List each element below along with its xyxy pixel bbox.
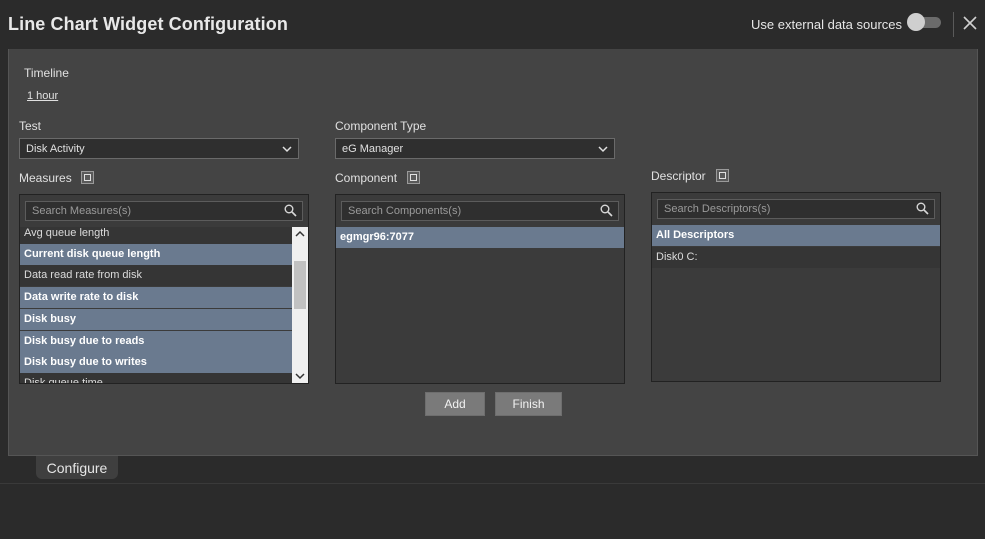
dialog-title: Line Chart Widget Configuration bbox=[8, 14, 288, 34]
chevron-down-icon bbox=[598, 146, 608, 153]
tab-configure[interactable]: Configure bbox=[36, 456, 118, 479]
test-select[interactable]: Disk Activity bbox=[19, 138, 299, 159]
measures-items: Avg queue length Current disk queue leng… bbox=[20, 227, 308, 383]
list-item[interactable]: Disk0 C: bbox=[652, 247, 940, 268]
list-item[interactable]: Current disk queue length bbox=[20, 244, 292, 265]
measures-scrollbar[interactable] bbox=[292, 227, 308, 383]
config-content: Timeline 1 hour Test Disk Activity Compo… bbox=[16, 49, 976, 456]
list-item[interactable]: Data read rate from disk bbox=[20, 265, 292, 286]
list-item[interactable]: Disk queue time bbox=[20, 373, 292, 383]
close-icon[interactable] bbox=[962, 15, 978, 31]
list-item[interactable]: Disk busy due to reads bbox=[20, 331, 292, 352]
external-data-label: Use external data sources bbox=[751, 17, 903, 32]
timeline-label: Timeline bbox=[24, 66, 69, 80]
search-icon[interactable] bbox=[916, 202, 929, 215]
scroll-down-icon[interactable] bbox=[295, 372, 305, 380]
component-search-input[interactable]: Search Components(s) bbox=[341, 201, 619, 221]
measures-list: Search Measures(s) Avg queue length Curr… bbox=[19, 194, 309, 384]
component-type-label: Component Type bbox=[335, 119, 427, 133]
descriptor-list: Search Descriptors(s) All Descriptors Di… bbox=[651, 192, 941, 382]
scroll-up-icon[interactable] bbox=[295, 230, 305, 238]
list-item[interactable]: Disk busy due to writes bbox=[20, 352, 292, 373]
list-item[interactable]: Disk busy bbox=[20, 309, 292, 330]
test-select-value: Disk Activity bbox=[26, 143, 85, 155]
expand-icon[interactable] bbox=[716, 169, 729, 182]
component-list: Search Components(s) egmgr96:7077 bbox=[335, 194, 625, 384]
expand-icon[interactable] bbox=[407, 171, 420, 184]
list-item[interactable]: egmgr96:7077 bbox=[336, 227, 624, 248]
component-label: Component bbox=[335, 171, 398, 185]
list-item[interactable]: Avg queue length bbox=[20, 227, 292, 244]
chevron-down-icon bbox=[282, 146, 292, 153]
component-type-select[interactable]: eG Manager bbox=[335, 138, 615, 159]
search-icon[interactable] bbox=[600, 204, 613, 217]
add-button[interactable]: Add bbox=[425, 392, 485, 416]
scroll-thumb[interactable] bbox=[294, 261, 306, 309]
measures-search-input[interactable]: Search Measures(s) bbox=[25, 201, 303, 221]
search-icon[interactable] bbox=[284, 204, 297, 217]
descriptor-search-input[interactable]: Search Descriptors(s) bbox=[657, 199, 935, 219]
timeline-link[interactable]: 1 hour bbox=[27, 90, 58, 102]
descriptor-label: Descriptor bbox=[651, 169, 706, 183]
header-divider bbox=[953, 12, 954, 37]
measures-label: Measures bbox=[19, 171, 72, 185]
external-data-toggle[interactable] bbox=[907, 13, 943, 31]
tab-bar bbox=[0, 456, 985, 483]
test-label: Test bbox=[19, 119, 42, 133]
expand-icon[interactable] bbox=[81, 171, 94, 184]
component-type-value: eG Manager bbox=[342, 143, 404, 155]
list-item[interactable]: All Descriptors bbox=[652, 225, 940, 246]
list-item[interactable]: Data write rate to disk bbox=[20, 287, 292, 308]
dialog-header: Line Chart Widget Configuration Use exte… bbox=[0, 0, 985, 49]
finish-button[interactable]: Finish bbox=[495, 392, 562, 416]
footer bbox=[0, 483, 985, 539]
